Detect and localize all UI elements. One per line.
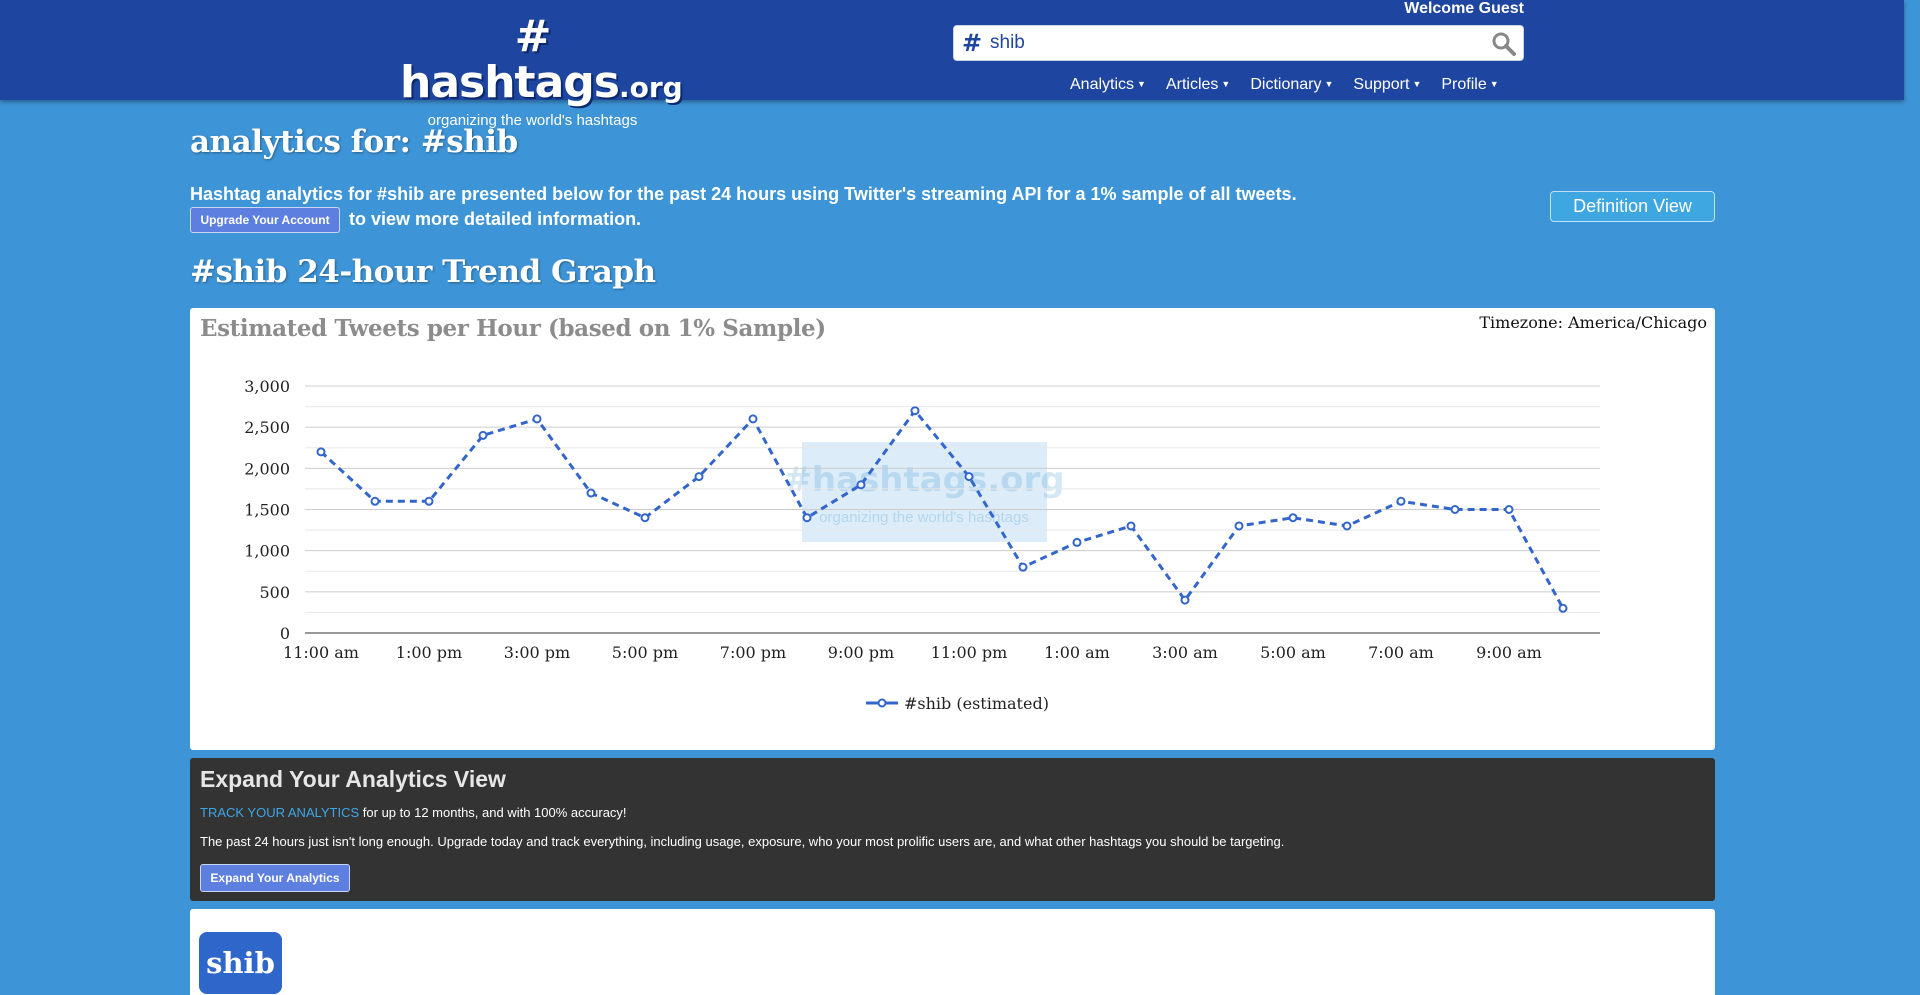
data-point <box>856 480 866 490</box>
intro-line1: Hashtag analytics for #shib are presente… <box>190 184 1297 204</box>
data-point <box>1072 537 1082 547</box>
caret-down-icon: ▼ <box>1324 79 1334 89</box>
trend-chart-panel: Estimated Tweets per Hour (based on 1% S… <box>190 308 1715 750</box>
search-icon[interactable] <box>1491 31 1517 57</box>
search-input[interactable] <box>990 30 1470 56</box>
x-tick-label: 5:00 am <box>1260 643 1326 662</box>
data-point <box>748 414 758 424</box>
legend-label: #shib (estimated) <box>904 694 1049 713</box>
y-tick-label: 1,000 <box>244 542 290 561</box>
data-point <box>694 472 704 482</box>
x-tick-label: 11:00 pm <box>931 643 1008 662</box>
welcome-text: Welcome Guest <box>1404 0 1524 17</box>
trend-chart: #hashtags.orgorganizing the world's hash… <box>244 377 1600 713</box>
y-tick-label: 0 <box>280 624 290 643</box>
data-point <box>910 406 920 416</box>
caret-down-icon: ▼ <box>1137 79 1146 89</box>
nav-analytics[interactable]: Analytics ▼ <box>1070 76 1146 94</box>
data-point <box>964 472 974 482</box>
data-point <box>640 513 650 523</box>
watermark-logo: #hashtags.org <box>783 460 1064 500</box>
hashtag-panel: shib <box>190 909 1715 995</box>
expand-analytics-button[interactable]: Expand Your Analytics <box>200 864 350 892</box>
y-tick-label: 1,500 <box>244 501 290 520</box>
y-tick-label: 500 <box>259 583 290 602</box>
data-point <box>1288 513 1298 523</box>
x-tick-label: 1:00 am <box>1044 643 1110 662</box>
y-tick-label: 2,500 <box>244 418 290 437</box>
data-point <box>1504 505 1514 514</box>
data-point <box>370 496 380 506</box>
nav-dictionary[interactable]: Dictionary ▼ <box>1250 76 1333 94</box>
y-tick-label: 2,000 <box>244 459 290 478</box>
page-title: analytics for: #shib <box>190 124 518 160</box>
data-point <box>1234 521 1244 531</box>
nav-profile[interactable]: Profile ▼ <box>1441 76 1498 94</box>
data-point <box>1180 595 1190 605</box>
top-header: # hashtags.org organizing the world's ha… <box>0 0 1904 129</box>
data-point <box>1018 562 1028 572</box>
trend-graph-title: #shib 24-hour Trend Graph <box>190 254 656 290</box>
logo-wordmark: # hashtags.org <box>400 11 683 108</box>
caret-down-icon: ▼ <box>1221 79 1231 89</box>
data-point <box>1342 521 1352 531</box>
x-tick-label: 3:00 pm <box>504 643 570 662</box>
expand-line1: TRACK YOUR ANALYTICS for up to 12 months… <box>200 805 627 820</box>
expand-line1-rest: for up to 12 months, and with 100% accur… <box>359 805 627 820</box>
caret-down-icon: ▼ <box>1489 79 1499 89</box>
data-point <box>802 513 812 523</box>
data-point <box>424 496 434 506</box>
legend-marker <box>877 698 887 708</box>
data-point <box>1126 521 1136 531</box>
expand-line2: The past 24 hours just isn't long enough… <box>200 834 1285 849</box>
main-nav: Analytics ▼ Articles ▼ Dictionary ▼ Support… <box>1070 76 1519 94</box>
hashtag-badge: shib <box>199 932 282 994</box>
data-point <box>1450 505 1460 514</box>
data-point <box>532 414 542 424</box>
data-point <box>1396 496 1406 506</box>
x-tick-label: 9:00 pm <box>828 643 894 662</box>
data-point <box>586 488 596 498</box>
data-point <box>316 447 326 457</box>
x-tick-label: 7:00 pm <box>720 643 786 662</box>
caret-down-icon: ▼ <box>1412 79 1422 89</box>
x-tick-label: 3:00 am <box>1152 643 1218 662</box>
expand-title: Expand Your Analytics View <box>200 766 506 792</box>
intro-text: Hashtag analytics for #shib are presente… <box>190 182 1370 234</box>
search-box: # <box>953 25 1524 61</box>
hashtag-icon: # <box>961 29 983 57</box>
data-point <box>1558 603 1568 613</box>
upgrade-account-button[interactable]: Upgrade Your Account <box>190 207 340 234</box>
nav-articles[interactable]: Articles ▼ <box>1166 76 1230 94</box>
y-tick-label: 3,000 <box>244 377 290 396</box>
data-point <box>478 430 488 440</box>
x-tick-label: 7:00 am <box>1368 643 1434 662</box>
definition-view-button[interactable]: Definition View <box>1550 191 1715 222</box>
x-tick-label: 5:00 pm <box>612 643 678 662</box>
site-logo[interactable]: # hashtags.org organizing the world's ha… <box>400 11 683 130</box>
nav-support[interactable]: Support ▼ <box>1353 76 1421 94</box>
x-tick-label: 1:00 pm <box>396 643 462 662</box>
track-analytics-link[interactable]: TRACK YOUR ANALYTICS <box>200 805 359 820</box>
x-tick-label: 9:00 am <box>1476 643 1542 662</box>
intro-line2: to view more detailed information. <box>349 209 642 229</box>
expand-analytics-panel: Expand Your Analytics View TRACK YOUR AN… <box>190 758 1715 901</box>
x-tick-label: 11:00 am <box>283 643 359 662</box>
